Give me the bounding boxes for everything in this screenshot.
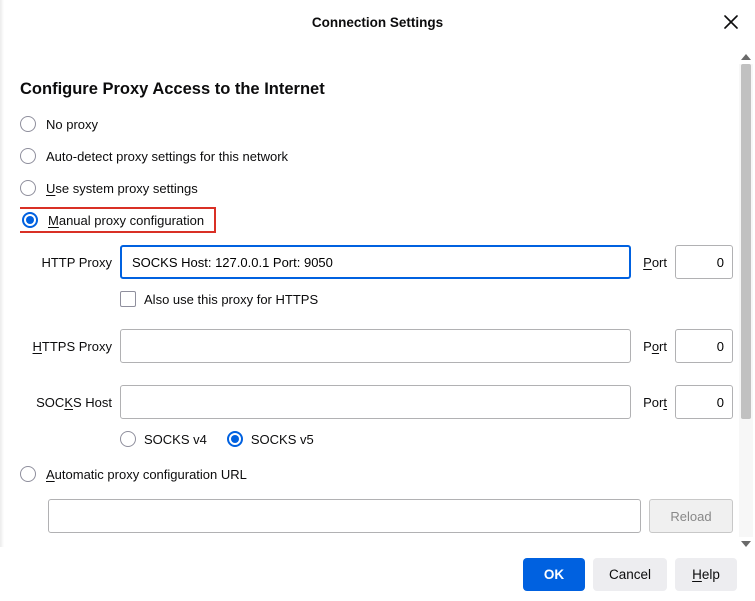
scroll-up-icon[interactable]	[739, 50, 753, 64]
socks-version-row: SOCKS v4 SOCKS v5	[120, 431, 733, 447]
shadow	[0, 0, 4, 601]
radio-manual-proxy[interactable]: Manual proxy configuration	[20, 209, 733, 231]
dialog-footer: OK Cancel Help	[0, 547, 755, 601]
vertical-scrollbar[interactable]	[739, 50, 753, 551]
radio-system-proxy[interactable]: Use system proxy settings	[20, 177, 733, 199]
socks-host-input[interactable]	[120, 385, 631, 419]
socks-host-row: SOCKS Host Port	[20, 385, 733, 419]
radio-label: No proxy	[46, 117, 98, 132]
socks-host-label: SOCKS Host	[20, 395, 120, 410]
radio-auto-config-url[interactable]: Automatic proxy configuration URL	[20, 463, 733, 485]
also-use-https-checkbox[interactable]	[120, 291, 136, 307]
radio-label: Manual proxy configuration	[48, 213, 204, 228]
http-port-label: Port	[631, 255, 675, 270]
radio-icon	[120, 431, 136, 447]
close-icon	[724, 15, 738, 29]
radio-icon	[227, 431, 243, 447]
scroll-track[interactable]	[739, 64, 753, 537]
reload-button[interactable]: Reload	[649, 499, 733, 533]
https-proxy-input[interactable]	[120, 329, 631, 363]
radio-icon	[22, 212, 38, 228]
https-port-input[interactable]	[675, 329, 733, 363]
http-port-input[interactable]	[675, 245, 733, 279]
socks-port-label: Port	[631, 395, 675, 410]
radio-auto-detect[interactable]: Auto-detect proxy settings for this netw…	[20, 145, 733, 167]
also-use-https-label: Also use this proxy for HTTPS	[144, 292, 318, 307]
radio-icon	[20, 180, 36, 196]
radio-label: Automatic proxy configuration URL	[46, 467, 247, 482]
https-port-label: Port	[631, 339, 675, 354]
https-proxy-row: HTTPS Proxy Port	[20, 329, 733, 363]
https-proxy-label: HTTPS Proxy	[20, 339, 120, 354]
radio-label: Auto-detect proxy settings for this netw…	[46, 149, 288, 164]
radio-socks-v4[interactable]: SOCKS v4	[120, 431, 207, 447]
scroll-thumb[interactable]	[741, 64, 751, 419]
ok-button[interactable]: OK	[523, 558, 585, 591]
titlebar: Connection Settings	[0, 0, 755, 44]
radio-no-proxy[interactable]: No proxy	[20, 113, 733, 135]
http-proxy-input[interactable]	[120, 245, 631, 279]
help-button[interactable]: Help	[675, 558, 737, 591]
section-heading: Configure Proxy Access to the Internet	[20, 80, 733, 99]
connection-settings-dialog: Connection Settings Configure Proxy Acce…	[0, 0, 755, 601]
highlight-indicator: Manual proxy configuration	[20, 207, 216, 233]
radio-label: Use system proxy settings	[46, 181, 198, 196]
radio-icon	[20, 148, 36, 164]
pac-url-row: Reload	[48, 499, 733, 533]
pac-url-input[interactable]	[48, 499, 641, 533]
close-button[interactable]	[719, 10, 743, 34]
radio-label: SOCKS v5	[251, 432, 314, 447]
dialog-title: Connection Settings	[312, 15, 443, 30]
radio-icon	[20, 466, 36, 482]
radio-icon	[20, 116, 36, 132]
dialog-content: Configure Proxy Access to the Internet N…	[20, 50, 733, 547]
http-proxy-row: HTTP Proxy Port	[20, 245, 733, 279]
socks-port-input[interactable]	[675, 385, 733, 419]
cancel-button[interactable]: Cancel	[593, 558, 667, 591]
radio-label: SOCKS v4	[144, 432, 207, 447]
radio-socks-v5[interactable]: SOCKS v5	[227, 431, 314, 447]
http-proxy-label: HTTP Proxy	[20, 255, 120, 270]
also-use-https-row[interactable]: Also use this proxy for HTTPS	[120, 291, 733, 307]
